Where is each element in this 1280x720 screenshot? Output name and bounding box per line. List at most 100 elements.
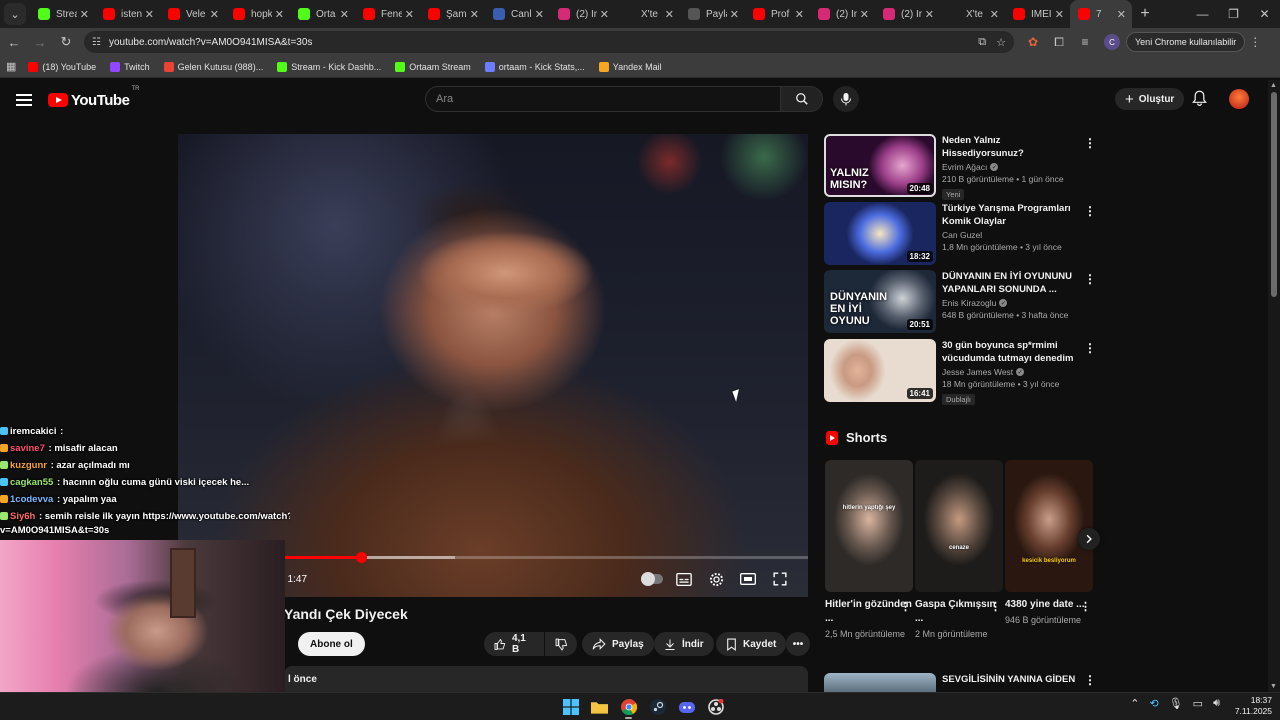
close-tab-icon[interactable]: ✕: [1117, 8, 1126, 21]
page-scrollbar[interactable]: ▲ ▼: [1268, 80, 1280, 692]
close-tab-icon[interactable]: ✕: [795, 8, 804, 21]
close-tab-icon[interactable]: ✕: [1055, 8, 1064, 21]
youtube-logo[interactable]: YouTube TR: [48, 86, 139, 109]
recommendation-card[interactable]: 16:41 30 gün boyunca sp*rmimi vücudumda t…: [824, 339, 1099, 405]
more-actions-button[interactable]: •••: [786, 632, 810, 656]
close-tab-icon[interactable]: ✕: [535, 8, 544, 21]
browser-tab[interactable]: (2) Ir ✕: [875, 0, 940, 28]
video-thumbnail[interactable]: YALNIZ MISIN? 20:48: [824, 134, 936, 197]
network-icon[interactable]: ▭: [1193, 697, 1203, 710]
browser-tab[interactable]: Prof ✕: [745, 0, 810, 28]
more-options-icon[interactable]: ⋮: [1084, 204, 1096, 218]
system-clock[interactable]: 18:37 7.11.2025: [1235, 695, 1272, 717]
address-bar[interactable]: ☷ youtube.com/watch?v=AM0O941MISA&t=30s …: [84, 31, 1014, 53]
maximize-button[interactable]: ❐: [1218, 0, 1249, 28]
more-options-icon[interactable]: ⋮: [1084, 341, 1096, 355]
bookmark-item[interactable]: Twitch: [110, 61, 150, 72]
discord-taskbar-button[interactable]: [672, 695, 701, 719]
bookmark-item[interactable]: Ortaam Stream: [395, 61, 471, 72]
scrollbar-thumb[interactable]: [1271, 92, 1277, 297]
more-options-icon[interactable]: ⋮: [990, 600, 1001, 613]
chrome-taskbar-button[interactable]: [614, 695, 643, 719]
close-tab-icon[interactable]: ✕: [275, 8, 284, 21]
browser-tab[interactable]: (2) Ir ✕: [550, 0, 615, 28]
install-app-icon[interactable]: ⧉: [978, 36, 986, 49]
chrome-update-button[interactable]: Yeni Chrome kullanılabilir: [1126, 32, 1246, 52]
browser-menu-icon[interactable]: ⋮: [1245, 35, 1265, 49]
more-options-icon[interactable]: ⋮: [900, 600, 911, 613]
extensions-puzzle-icon[interactable]: ⧠: [1046, 35, 1072, 50]
short-thumbnail[interactable]: hitlerin yaptığı şey: [825, 460, 913, 592]
bookmark-star-icon[interactable]: ☆: [996, 36, 1006, 49]
start-button[interactable]: [556, 695, 585, 719]
like-button[interactable]: 4,1 B: [484, 632, 544, 656]
close-window-button[interactable]: ✕: [1249, 0, 1280, 28]
browser-tab[interactable]: 7 ✕: [1070, 0, 1132, 28]
browser-tab[interactable]: (2) Ir ✕: [810, 0, 875, 28]
video-thumbnail[interactable]: [824, 673, 936, 692]
bookmark-item[interactable]: Yandex Mail: [598, 61, 662, 72]
share-button[interactable]: Paylaş: [582, 632, 654, 656]
minimize-button[interactable]: —: [1187, 0, 1218, 28]
short-thumbnail[interactable]: kesicik besliyorum: [1005, 460, 1093, 592]
create-button[interactable]: + Oluştur: [1115, 88, 1185, 110]
new-tab-button[interactable]: +: [1132, 5, 1158, 23]
close-tab-icon[interactable]: ✕: [340, 8, 349, 21]
recommendation-card[interactable]: YALNIZ MISIN? 20:48 Neden Yalnız Hissediyo…: [824, 134, 1099, 200]
more-options-icon[interactable]: ⋮: [1084, 272, 1096, 286]
browser-tab[interactable]: Payla✕: [680, 0, 745, 28]
browser-tab[interactable]: Vele ✕: [160, 0, 225, 28]
more-options-icon[interactable]: ⋮: [1084, 136, 1096, 150]
bookmark-item[interactable]: ortaam - Kick Stats,...: [484, 61, 585, 72]
more-options-icon[interactable]: ⋮: [1084, 673, 1096, 687]
scroll-up-icon[interactable]: ▲: [1270, 82, 1277, 89]
browser-tab[interactable]: X'te ✕: [940, 0, 1005, 28]
close-tab-icon[interactable]: ✕: [80, 8, 89, 21]
close-tab-icon[interactable]: ✕: [990, 8, 999, 21]
file-explorer-button[interactable]: [585, 695, 614, 719]
video-title[interactable]: DÜNYANIN EN İYİ OYUNUNU YAPANLARI SONUND…: [942, 270, 1082, 296]
theater-mode-button[interactable]: [732, 569, 764, 589]
microphone-tray-icon[interactable]: 🎙︎: [1169, 697, 1183, 710]
video-thumbnail[interactable]: 18:32: [824, 202, 936, 265]
media-control-icon[interactable]: ≡: [1072, 35, 1098, 49]
fullscreen-button[interactable]: [764, 569, 796, 589]
close-tab-icon[interactable]: ✕: [210, 8, 219, 21]
video-thumbnail[interactable]: 16:41: [824, 339, 936, 402]
short-card[interactable]: cenaze Gaspa Çıkmışsın ... 2 Mn görüntülem…: [915, 460, 1003, 641]
settings-button[interactable]: [700, 569, 732, 589]
video-title[interactable]: SEVGİLİSİNİN YANINA GİDEN: [942, 674, 1075, 685]
tab-search-button[interactable]: ⌄: [4, 3, 26, 25]
scroll-down-icon[interactable]: ▼: [1270, 683, 1277, 690]
steam-taskbar-button[interactable]: [643, 695, 672, 719]
recommendation-card[interactable]: DÜNYANIN EN İYİ OYUNU 20:51 DÜNYANIN EN İY…: [824, 270, 1099, 334]
site-info-icon[interactable]: ☷: [92, 37, 101, 48]
close-tab-icon[interactable]: ✕: [925, 8, 934, 21]
close-tab-icon[interactable]: ✕: [145, 8, 154, 21]
forward-button[interactable]: →: [28, 30, 52, 54]
browser-tab[interactable]: Fene ✕: [355, 0, 420, 28]
notifications-button[interactable]: [1192, 90, 1207, 111]
extension-icon[interactable]: ✿: [1020, 35, 1046, 49]
browser-tab[interactable]: hopk ✕: [225, 0, 290, 28]
dislike-button[interactable]: [545, 632, 577, 656]
voice-search-button[interactable]: [833, 86, 859, 112]
channel-name[interactable]: Can Guzel: [942, 230, 1082, 240]
download-button[interactable]: İndir: [654, 632, 714, 656]
browser-tab[interactable]: IMEI ✕: [1005, 0, 1070, 28]
obs-taskbar-button[interactable]: [701, 695, 730, 719]
volume-icon[interactable]: 🔊︎: [1213, 697, 1220, 710]
menu-icon[interactable]: [16, 91, 32, 109]
scrubber-handle[interactable]: [355, 552, 367, 563]
browser-tab[interactable]: Canl ✕: [485, 0, 550, 28]
video-title[interactable]: Türkiye Yarışma Programları Komik Olayla…: [942, 202, 1082, 228]
profile-avatar[interactable]: C: [1104, 34, 1120, 50]
video-title[interactable]: 30 gün boyunca sp*rmimi vücudumda tutmay…: [942, 339, 1082, 365]
recommendation-card-partial[interactable]: SEVGİLİSİNİN YANINA GİDEN ⋮: [824, 673, 1099, 692]
recommendation-card[interactable]: 18:32 Türkiye Yarışma Programları Komik O…: [824, 202, 1099, 266]
close-tab-icon[interactable]: ✕: [730, 8, 739, 21]
more-options-icon[interactable]: ⋮: [1080, 600, 1091, 613]
video-title[interactable]: Neden Yalnız Hissediyorsunuz?: [942, 134, 1082, 160]
bookmark-item[interactable]: Gelen Kutusu (988)...: [163, 61, 263, 72]
short-thumbnail[interactable]: cenaze: [915, 460, 1003, 592]
